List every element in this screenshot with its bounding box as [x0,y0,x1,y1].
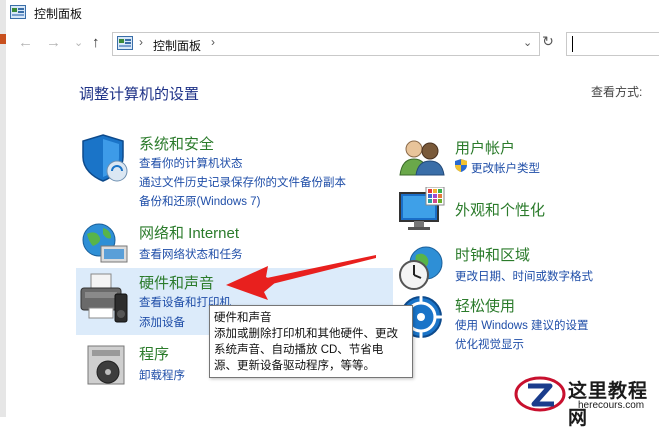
uac-shield-icon [455,159,467,172]
link-windows-recommended-settings[interactable]: 使用 Windows 建议的设置 [455,317,589,333]
control-panel-icon [10,5,26,19]
back-button[interactable]: ← [18,34,33,51]
recent-locations-button[interactable]: ⌄ [74,36,83,49]
tooltip: 硬件和声音 添加或删除打印机和其他硬件、更改 系统声音、自动播放 CD、节省电 … [209,305,413,378]
category-title-network-internet[interactable]: 网络和 Internet [139,222,239,243]
forward-button[interactable]: → [46,34,61,51]
breadcrumb-separator[interactable]: › [139,35,143,49]
link-change-date-time[interactable]: 更改日期、时间或数字格式 [455,268,593,284]
title-bar: 控制面板 [0,0,659,26]
link-backup-restore[interactable]: 备份和还原(Windows 7) [139,193,260,209]
view-by-label[interactable]: 查看方式: [591,83,642,100]
up-button[interactable]: ↑ [92,34,100,51]
window-title: 控制面板 [34,7,83,21]
category-title-programs[interactable]: 程序 [139,343,169,364]
programs-disc-icon [84,342,130,388]
category-title-clock-region[interactable]: 时钟和区域 [455,244,530,265]
tooltip-line: 添加或删除打印机和其他硬件、更改 [214,328,398,340]
tooltip-line: 源、更新设备驱动程序，等等。 [214,360,375,372]
tooltip-title: 硬件和声音 [214,312,272,324]
address-bar[interactable]: › 控制面板 › ⌄ [112,32,540,56]
refresh-button[interactable]: ↻ [540,33,556,51]
page-title: 调整计算机的设置 [79,86,200,103]
tooltip-line: 系统声音、自动播放 CD、节省电 [214,344,384,356]
category-title-user-accounts[interactable]: 用户帐户 [455,137,515,158]
globe-network-icon [79,220,131,266]
address-dropdown-button[interactable]: ⌄ [523,36,532,49]
shield-icon [79,133,131,183]
category-title-ease-of-access[interactable]: 轻松使用 [455,295,515,316]
left-edge-strip [0,0,6,417]
breadcrumb-separator[interactable]: › [211,35,215,49]
clock-globe-icon [398,245,446,291]
link-view-computer-status[interactable]: 查看你的计算机状态 [139,155,243,171]
watermark-subtitle: herecours.com [578,400,645,411]
link-network-status[interactable]: 查看网络状态和任务 [139,246,243,262]
category-title-system-security[interactable]: 系统和安全 [139,133,214,154]
control-panel-icon [117,36,133,50]
link-change-account-type[interactable]: 更改帐户类型 [471,160,540,176]
link-optimize-visual-display[interactable]: 优化视觉显示 [455,336,524,352]
users-icon [398,137,446,177]
category-title-appearance[interactable]: 外观和个性化 [455,199,545,220]
link-uninstall-program[interactable]: 卸载程序 [139,367,185,383]
link-add-device[interactable]: 添加设备 [139,314,185,330]
printer-speaker-icon [79,272,131,326]
left-edge-mark [0,34,6,44]
category-title-hardware-sound[interactable]: 硬件和声音 [139,272,214,293]
monitor-palette-icon [398,186,446,235]
link-file-history[interactable]: 通过文件历史记录保存你的文件备份副本 [139,174,346,190]
watermark-logo-icon [514,374,566,414]
text-cursor [572,36,573,52]
breadcrumb-control-panel[interactable]: 控制面板 [153,37,201,54]
search-input[interactable] [566,32,659,56]
